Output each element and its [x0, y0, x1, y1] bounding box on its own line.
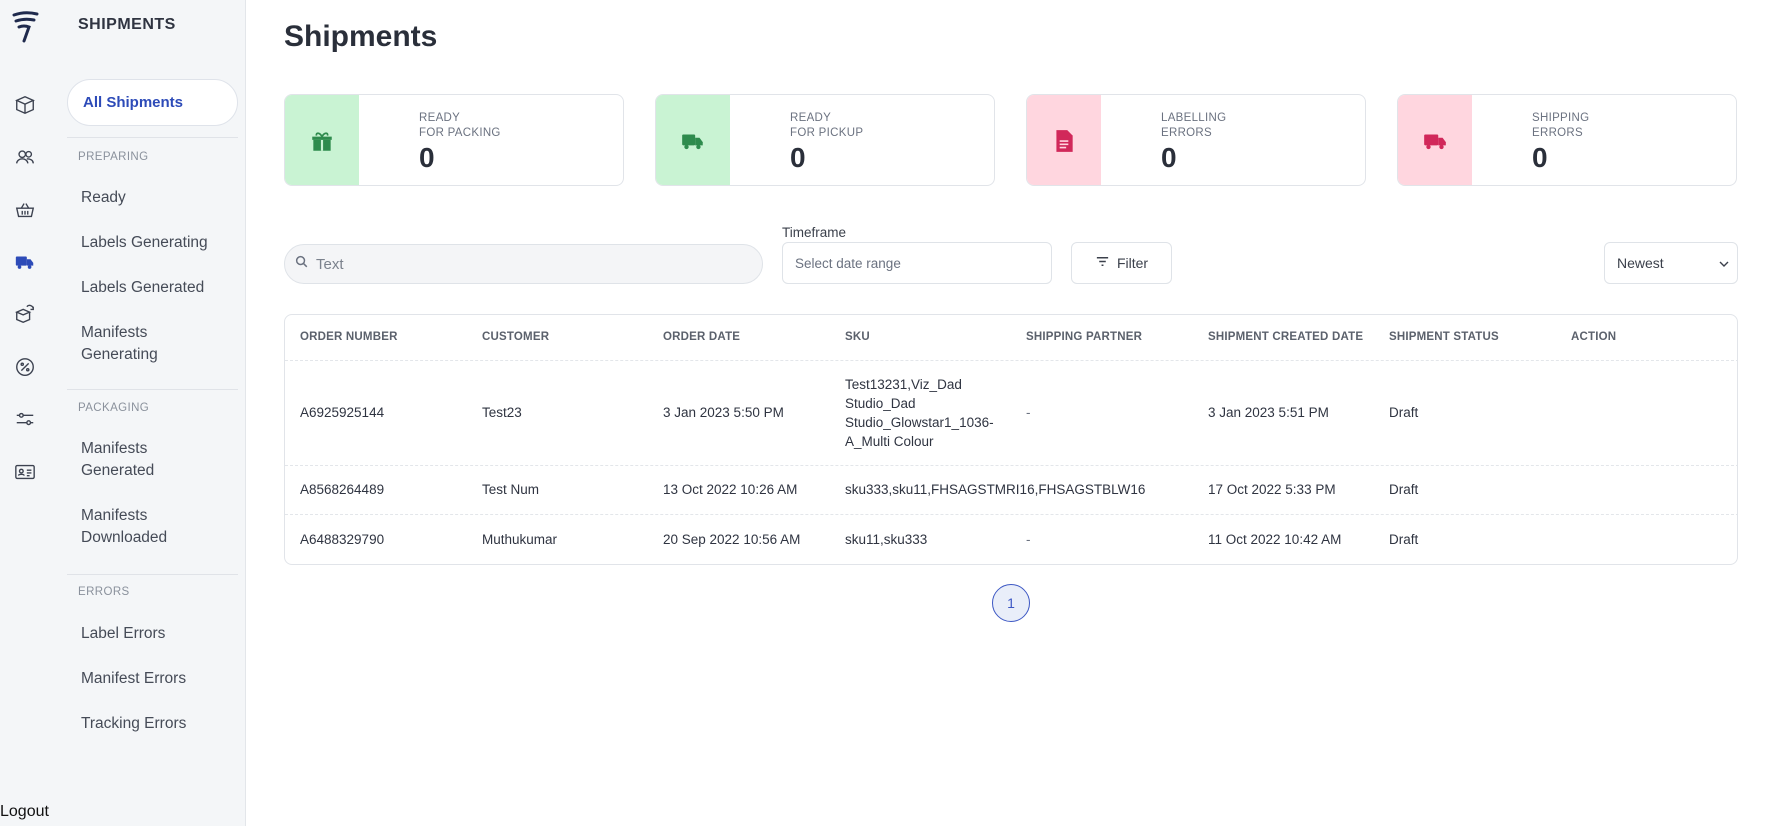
truck-icon[interactable]	[12, 249, 38, 275]
logout-link[interactable]: Logout	[0, 803, 49, 821]
users-icon[interactable]	[12, 144, 38, 170]
pagination-page-button[interactable]: 1	[992, 584, 1030, 622]
cell-shipment-created-date: 11 Oct 2022 10:42 AM	[1208, 532, 1342, 547]
cell-order-number[interactable]: A8568264489	[300, 480, 384, 499]
sidebar-item-manifests-downloaded[interactable]: Manifests Downloaded	[81, 505, 201, 549]
cell-shipping-partner: -	[1026, 532, 1031, 547]
cell-shipment-status: Draft	[1389, 482, 1419, 497]
stat-card-ready-for-packing[interactable]: READY FOR PACKING 0	[284, 94, 624, 186]
section-errors: ERRORS	[78, 586, 130, 598]
sidebar-title: SHIPMENTS	[78, 16, 176, 33]
date-range-picker[interactable]: Select date range	[782, 242, 1052, 284]
sidebar-item-all-shipments[interactable]: All Shipments	[67, 79, 238, 126]
cell-order-date: 13 Oct 2022 10:26 AM	[663, 482, 798, 497]
filter-button[interactable]: Filter	[1071, 242, 1172, 284]
cell-order-number[interactable]: A6488329790	[300, 530, 384, 549]
shipments-table: ORDER NUMBER CUSTOMER ORDER DATE SKU SHI…	[284, 314, 1738, 565]
stat-label: READY FOR PICKUP	[790, 112, 864, 139]
column-header-shipment-status[interactable]: SHIPMENT STATUS	[1389, 331, 1499, 343]
sidebar-item-manifest-errors[interactable]: Manifest Errors	[81, 668, 231, 690]
column-header-shipping-partner[interactable]: SHIPPING PARTNER	[1026, 331, 1142, 343]
sidebar-item-tracking-errors[interactable]: Tracking Errors	[81, 713, 231, 735]
stat-card-labelling-errors[interactable]: LABELLING ERRORS 0	[1026, 94, 1366, 186]
cell-sku: Test13231,Viz_Dad Studio_Dad Studio_Glow…	[845, 377, 994, 449]
timeframe-label: Timeframe	[782, 225, 847, 240]
column-header-order-number[interactable]: ORDER NUMBER	[300, 331, 398, 343]
column-header-sku[interactable]: SKU	[845, 331, 870, 343]
cell-sku: sku11,sku333	[845, 532, 928, 547]
page-title: Shipments	[284, 20, 438, 53]
sidebar-item-ready[interactable]: Ready	[81, 187, 231, 209]
stat-card-shipping-errors[interactable]: SHIPPING ERRORS 0	[1397, 94, 1737, 186]
cell-shipment-status: Draft	[1389, 532, 1419, 547]
section-packaging: PACKAGING	[78, 402, 150, 414]
filter-icon	[1095, 254, 1110, 272]
cell-shipment-created-date: 17 Oct 2022 5:33 PM	[1208, 482, 1336, 497]
stat-label: LABELLING ERRORS	[1161, 112, 1227, 139]
divider	[67, 137, 238, 138]
cell-sku: sku333,sku11,FHSAGSTMRI16,FHSAGSTBLW16	[845, 482, 1146, 497]
search-box	[284, 244, 763, 284]
divider	[67, 574, 238, 575]
discount-icon[interactable]	[12, 354, 38, 380]
sidebar-item-label-errors[interactable]: Label Errors	[81, 623, 231, 645]
search-input[interactable]	[316, 255, 736, 273]
sort-value: Newest	[1617, 255, 1664, 271]
package-icon	[285, 95, 359, 185]
stat-label: READY FOR PACKING	[419, 112, 501, 139]
cell-shipment-status: Draft	[1389, 405, 1419, 420]
returns-icon[interactable]	[12, 301, 38, 327]
sidebar-item-labels-generated[interactable]: Labels Generated	[81, 277, 231, 299]
truck-icon	[1398, 95, 1472, 185]
sliders-icon[interactable]	[12, 406, 38, 432]
cell-customer: Test23	[482, 405, 522, 420]
logo-icon[interactable]	[10, 10, 40, 44]
shipments-sidebar: SHIPMENTS All Shipments PREPARING Ready …	[52, 0, 246, 826]
row-divider	[285, 465, 1737, 466]
icon-rail	[0, 0, 52, 826]
box-icon[interactable]	[12, 92, 38, 118]
search-icon	[295, 255, 308, 273]
cell-order-date: 3 Jan 2023 5:50 PM	[663, 405, 784, 420]
sidebar-item-manifests-generating[interactable]: Manifests Generating	[81, 322, 201, 366]
sort-select[interactable]: Newest	[1604, 242, 1738, 284]
stat-value: 0	[790, 142, 806, 173]
stat-value: 0	[1161, 142, 1177, 173]
column-header-shipment-created-date[interactable]: SHIPMENT CREATED DATE	[1208, 331, 1363, 343]
column-header-action: ACTION	[1571, 331, 1617, 343]
cell-order-number[interactable]: A6925925144	[300, 403, 384, 422]
column-header-order-date[interactable]: ORDER DATE	[663, 331, 740, 343]
cell-customer: Test Num	[482, 482, 540, 497]
stat-value: 0	[1532, 142, 1548, 173]
cell-customer: Muthukumar	[482, 532, 558, 547]
stat-card-ready-for-pickup[interactable]: READY FOR PICKUP 0	[655, 94, 995, 186]
cell-shipment-created-date: 3 Jan 2023 5:51 PM	[1208, 405, 1329, 420]
id-card-icon[interactable]	[12, 459, 38, 485]
sidebar-item-manifests-generated[interactable]: Manifests Generated	[81, 438, 191, 482]
chevron-down-icon	[1719, 261, 1729, 267]
section-preparing: PREPARING	[78, 151, 149, 163]
row-divider	[285, 514, 1737, 515]
sidebar-item-labels-generating[interactable]: Labels Generating	[81, 232, 231, 254]
divider	[67, 389, 238, 390]
cell-shipping-partner: -	[1026, 405, 1031, 420]
cell-order-date: 20 Sep 2022 10:56 AM	[663, 532, 801, 547]
stat-value: 0	[419, 142, 435, 173]
row-divider	[285, 360, 1737, 361]
stat-label: SHIPPING ERRORS	[1532, 112, 1590, 139]
column-header-customer[interactable]: CUSTOMER	[482, 331, 549, 343]
basket-icon[interactable]	[12, 197, 38, 223]
truck-icon	[656, 95, 730, 185]
document-icon	[1027, 95, 1101, 185]
filter-label: Filter	[1116, 255, 1149, 271]
